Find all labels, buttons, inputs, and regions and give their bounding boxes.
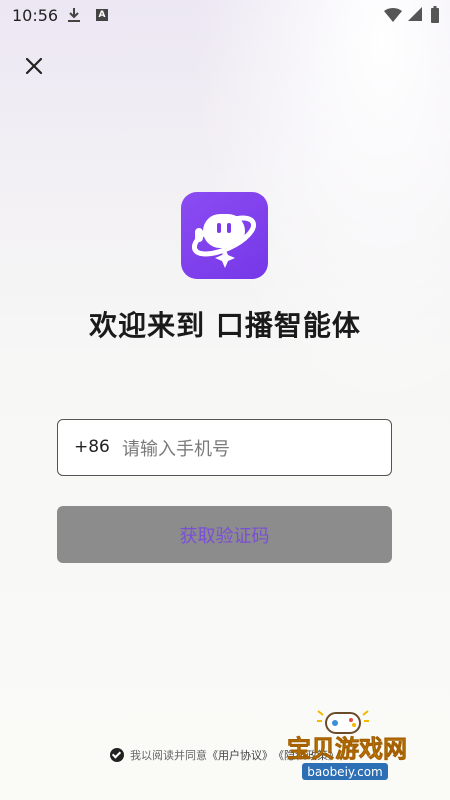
watermark-title: 宝贝游戏网 — [287, 735, 407, 763]
watermark-url: baobeiy.com — [307, 765, 382, 779]
status-bar: 10:56 A — [0, 0, 450, 32]
close-icon[interactable] — [22, 54, 46, 78]
signal-icon — [408, 7, 422, 21]
watermark-logo: 宝贝游戏网 baobeiy.com — [287, 710, 407, 780]
user-agreement-link[interactable]: 《用户协议》 — [207, 747, 273, 763]
get-code-button[interactable]: 获取验证码 — [57, 506, 392, 563]
status-time: 10:56 — [12, 6, 59, 25]
country-code[interactable]: +86 — [74, 437, 110, 457]
download-icon — [68, 8, 80, 22]
welcome-title: 欢迎来到 口播智能体 — [89, 309, 361, 342]
battery-icon — [431, 6, 439, 23]
robot-planet-icon — [191, 214, 257, 268]
agreement-prefix: 我以阅读并同意 — [130, 749, 207, 762]
wifi-icon — [384, 8, 402, 22]
app-logo — [181, 192, 268, 279]
agree-checkbox[interactable] — [110, 748, 124, 762]
notification-a-icon: A — [96, 9, 108, 21]
phone-input-box[interactable]: +86 — [57, 419, 392, 476]
phone-input[interactable] — [120, 430, 379, 468]
